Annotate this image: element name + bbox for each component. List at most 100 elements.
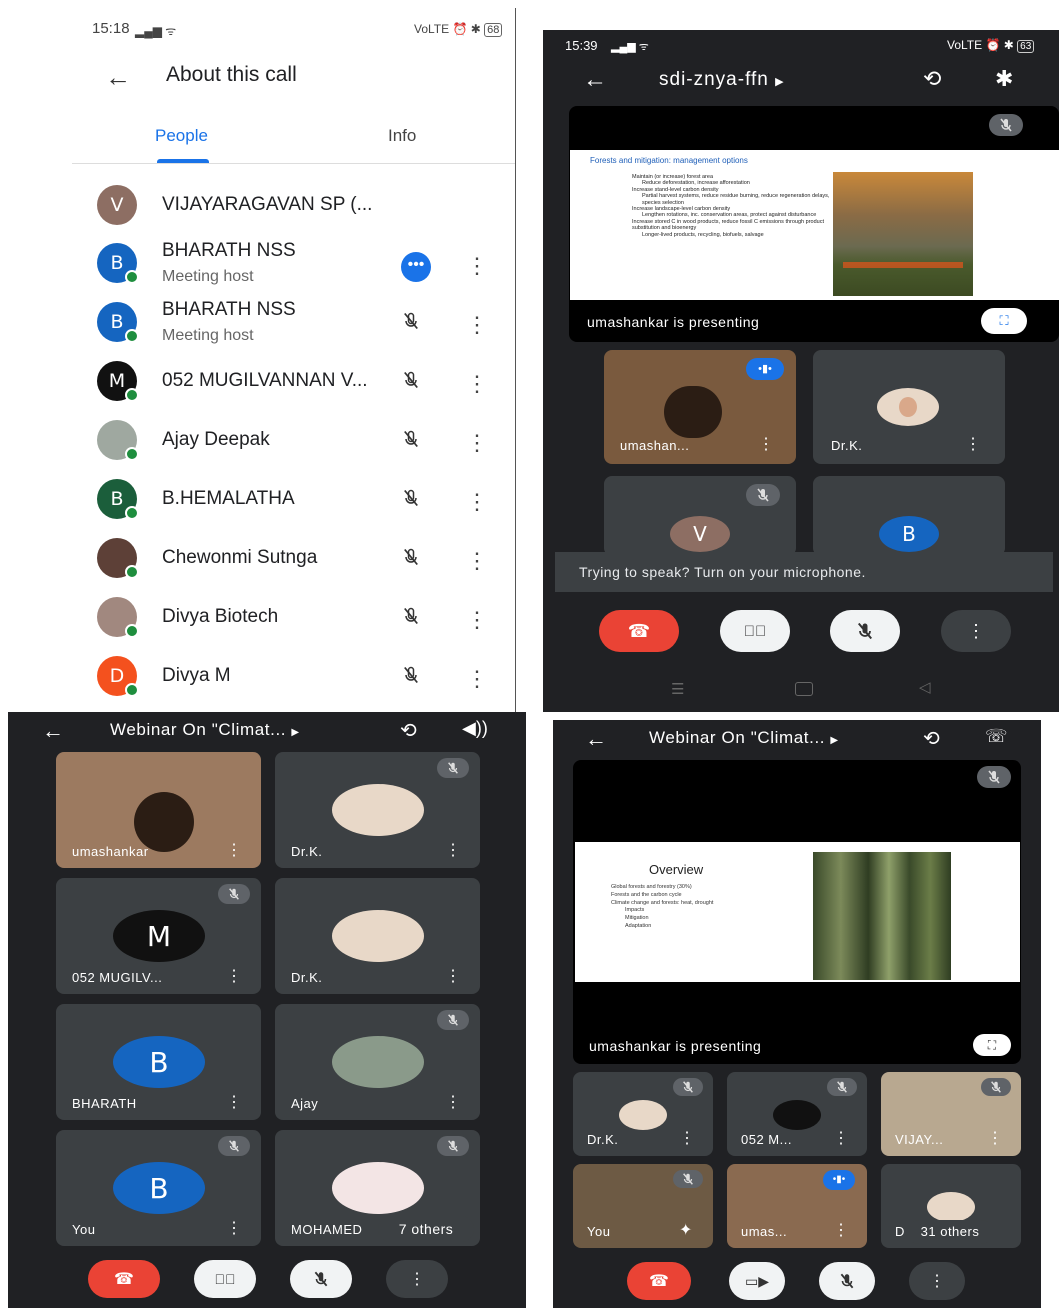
presentation-area: Overview Global forests and forestry (30… [573, 760, 1021, 1064]
more-options-button[interactable]: ⋮ [909, 1262, 965, 1300]
participant-tile[interactable]: •▮• umashan... ⋮ [604, 350, 796, 464]
participant-tile[interactable]: Dr.K. ⋮ [813, 350, 1005, 464]
camera-off-button[interactable]: ▭⃥ [720, 610, 790, 652]
more-options-icon[interactable]: ⋮ [466, 547, 488, 577]
more-options-icon[interactable]: ⋮ [466, 488, 488, 518]
more-options-icon[interactable]: ⋮ [466, 606, 488, 636]
more-options-icon[interactable]: ⋮ [226, 966, 242, 986]
presenting-label: umashankar is presenting [589, 1038, 762, 1054]
participant-tile[interactable]: umashankar ⋮ [56, 752, 261, 868]
more-options-button[interactable]: ⋮ [941, 610, 1011, 652]
muted-mic-icon[interactable] [401, 311, 431, 341]
mic-off-button[interactable] [290, 1260, 352, 1298]
meeting-title[interactable]: Webinar On "Climat... ▶ [649, 728, 839, 748]
participant-tile[interactable]: M 052 MUGILV... ⋮ [56, 878, 261, 994]
more-options-icon[interactable]: ⋮ [833, 1220, 849, 1240]
participant-row[interactable]: V VIJAYARAGAVAN SP (... [0, 180, 516, 238]
more-options-icon[interactable]: ⋮ [987, 1128, 1003, 1148]
back-arrow-icon[interactable]: ← [585, 726, 607, 752]
more-options-icon[interactable]: ⋮ [466, 665, 488, 695]
slide-bullet: Climate change and forests: heat, drough… [611, 899, 714, 906]
more-options-icon[interactable]: ⋮ [445, 840, 461, 860]
more-options-icon[interactable]: ⋮ [226, 1218, 242, 1238]
more-options-icon[interactable]: ⋮ [445, 1092, 461, 1112]
back-arrow-icon[interactable]: ← [105, 62, 131, 93]
participant-row[interactable]: B BHARATH NSS Meeting host ⋮ [0, 297, 516, 355]
camera-button[interactable]: ▭▶ [729, 1262, 785, 1300]
more-options-icon[interactable]: ⋮ [758, 434, 774, 454]
fullscreen-icon[interactable]: ⛶ [973, 1034, 1011, 1056]
more-options-icon[interactable]: ⋮ [226, 840, 242, 860]
end-call-button[interactable]: ☎ [599, 610, 679, 652]
fullscreen-icon[interactable]: ⛶ [981, 308, 1027, 334]
end-call-button[interactable]: ☎ [627, 1262, 691, 1300]
more-options-icon[interactable]: ⋮ [833, 1128, 849, 1148]
participant-row[interactable]: M 052 MUGILVANNAN V... ⋮ [0, 356, 516, 414]
profile-photo [877, 388, 939, 426]
more-options-icon[interactable]: ⋮ [466, 252, 488, 282]
nav-menu-icon[interactable]: ☰ [671, 680, 684, 698]
online-status-dot [125, 506, 139, 520]
participant-name: Divya M [162, 665, 231, 686]
muted-mic-icon[interactable] [401, 429, 431, 459]
more-options-icon[interactable]: ⋮ [466, 311, 488, 341]
more-options-icon[interactable]: ⋮ [679, 1128, 695, 1148]
meeting-code[interactable]: sdi-znya-ffn ▶ [659, 69, 785, 91]
participant-row[interactable]: Chewonmi Sutnga ⋮ [0, 533, 516, 591]
participant-tile[interactable]: B [813, 476, 1005, 556]
back-arrow-icon[interactable]: ← [583, 66, 607, 94]
participant-tile[interactable]: B You ⋮ [56, 1130, 261, 1246]
participant-tile[interactable]: B BHARATH ⋮ [56, 1004, 261, 1120]
more-options-icon[interactable]: ⋮ [965, 434, 981, 454]
tab-info[interactable]: Info [388, 126, 416, 146]
phone-audio-icon[interactable]: ☏ [985, 726, 1008, 747]
participant-tile[interactable]: Ajay ⋮ [275, 1004, 480, 1120]
others-count[interactable]: 31 others [907, 1220, 993, 1244]
switch-camera-icon[interactable]: ⟲ [923, 726, 940, 751]
mic-off-button[interactable] [830, 610, 900, 652]
participant-row[interactable]: Ajay Deepak ⋮ [0, 415, 516, 473]
participant-row[interactable]: D Divya M ⋮ [0, 651, 516, 709]
end-call-button[interactable]: ☎ [88, 1260, 160, 1298]
avatar: B [113, 1036, 205, 1088]
participant-tile[interactable]: Dr.K. ⋮ [275, 752, 480, 868]
more-options-icon[interactable]: ⋮ [226, 1092, 242, 1112]
more-options-icon[interactable]: ⋮ [445, 966, 461, 986]
participant-tile[interactable]: V [604, 476, 796, 556]
participant-row[interactable]: B B.HEMALATHA ⋮ [0, 474, 516, 532]
muted-mic-icon[interactable] [401, 606, 431, 636]
camera-off-button[interactable]: ▭⃥ [194, 1260, 256, 1298]
others-count[interactable]: 7 others [378, 1216, 474, 1242]
muted-mic-icon[interactable] [401, 370, 431, 400]
nav-back-icon[interactable]: ◁ [919, 678, 931, 696]
switch-camera-icon[interactable]: ⟲ [923, 66, 941, 92]
webinar-presentation-screen: ← Webinar On "Climat... ▶ ⟲ ☏ Overview G… [553, 720, 1041, 1308]
tab-people[interactable]: People [155, 126, 208, 146]
muted-mic-icon[interactable] [401, 665, 431, 695]
participant-tile[interactable]: VIJAY... ⋮ [881, 1072, 1021, 1156]
participant-tile[interactable]: •▮• umas... ⋮ [727, 1164, 867, 1248]
switch-camera-icon[interactable]: ⟲ [400, 718, 417, 743]
page-title: About this call [166, 63, 297, 86]
slide-bullet: Impacts [625, 907, 645, 914]
avatar [332, 910, 424, 962]
meeting-title[interactable]: Webinar On "Climat... ▶ [110, 720, 300, 740]
back-arrow-icon[interactable]: ← [42, 718, 64, 744]
muted-mic-icon[interactable] [401, 488, 431, 518]
mic-off-button[interactable] [819, 1262, 875, 1300]
effects-icon[interactable]: ✦ [679, 1220, 692, 1240]
participant-row[interactable]: Divya Biotech ⋮ [0, 592, 516, 650]
more-options-icon[interactable]: ⋮ [466, 429, 488, 459]
more-options-icon[interactable]: ⋮ [466, 370, 488, 400]
participant-tile[interactable]: Dr.K. ⋮ [275, 878, 480, 994]
participant-tile[interactable]: Dr.K. ⋮ [573, 1072, 713, 1156]
participant-tile[interactable]: You ✦ [573, 1164, 713, 1248]
participant-tile[interactable]: 052 M... ⋮ [727, 1072, 867, 1156]
more-options-button[interactable]: ⋮ [386, 1260, 448, 1298]
speaker-icon[interactable]: ◀)) [462, 718, 488, 739]
participant-row[interactable]: B BHARATH NSS Meeting host ••• ⋮ [0, 238, 516, 296]
nav-home-icon[interactable] [795, 682, 813, 696]
bluetooth-icon[interactable]: ✱ [995, 66, 1013, 92]
avatar: M [113, 910, 205, 962]
muted-mic-icon[interactable] [401, 547, 431, 577]
